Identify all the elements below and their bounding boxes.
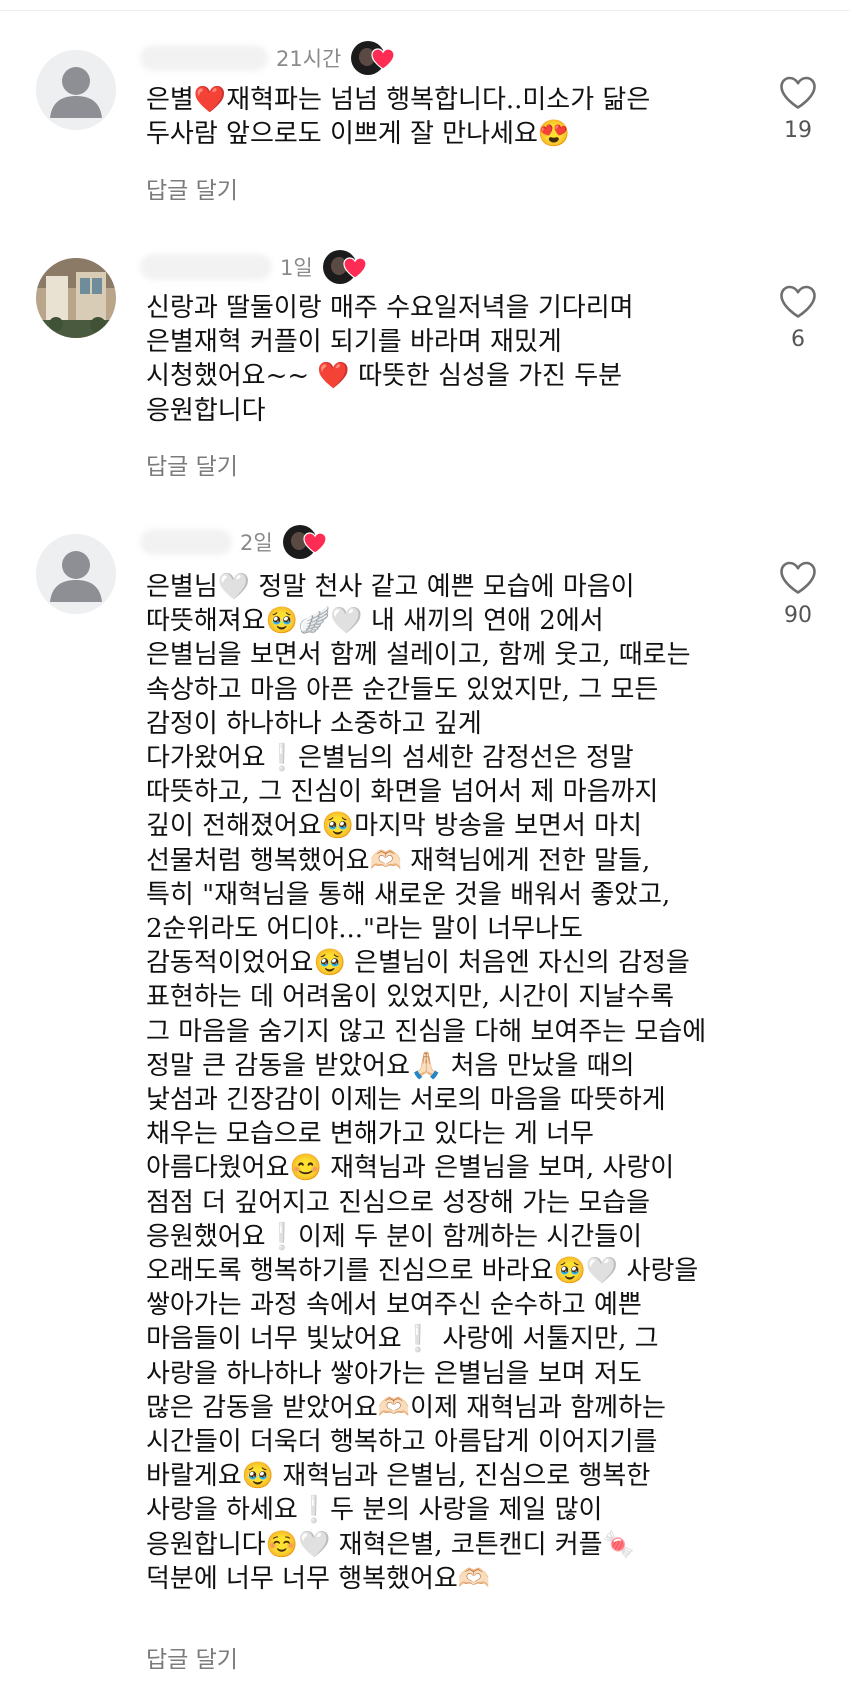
heart-outline-icon[interactable] [779, 76, 817, 110]
avatar[interactable] [36, 50, 116, 130]
username-blurred[interactable] [140, 254, 272, 280]
username-blurred[interactable] [140, 529, 232, 555]
creator-heart-icon [343, 257, 367, 279]
heart-outline-icon[interactable] [779, 285, 817, 319]
like-count: 19 [784, 118, 812, 143]
comment-meta: 2일 [140, 522, 327, 562]
username-blurred[interactable] [140, 45, 268, 71]
creator-liked-badge [322, 250, 367, 284]
avatar[interactable] [36, 534, 116, 614]
reply-button[interactable]: 답글 달기 [146, 1640, 238, 1674]
avatar[interactable] [36, 258, 116, 338]
like-count: 6 [791, 327, 805, 352]
default-avatar-icon [36, 534, 116, 614]
like-button[interactable]: 6 [770, 285, 826, 352]
comment-meta: 1일 [140, 247, 367, 287]
creator-liked-badge [282, 525, 327, 559]
like-count: 90 [784, 603, 812, 628]
comment-text: 은별❤️재혁파는 넘넘 행복합니다..미소가 닮은 두사람 앞으로도 이쁘게 잘… [146, 85, 651, 150]
reply-button[interactable]: 답글 달기 [146, 447, 238, 481]
like-button[interactable]: 19 [770, 76, 826, 143]
comment-time: 2일 [240, 531, 273, 555]
creator-liked-badge [351, 41, 395, 75]
comment-time: 21시간 [276, 47, 342, 71]
creator-heart-icon [303, 532, 327, 554]
default-avatar-icon [36, 50, 116, 130]
like-button[interactable]: 90 [770, 561, 826, 628]
heart-outline-icon[interactable] [779, 561, 817, 595]
comment-text: 은별님🤍 정말 천사 같고 예쁜 모습에 마음이 따뜻해져요🥹🪽🤍 내 새끼의 … [146, 572, 707, 1594]
comment-text: 신랑과 딸둘이랑 매주 수요일저녁을 기다리며 은별재혁 커플이 되기를 바라며… [146, 293, 634, 426]
reply-button[interactable]: 답글 달기 [146, 171, 238, 205]
comment-time: 1일 [280, 256, 313, 280]
photo-avatar-icon [36, 258, 116, 338]
top-divider [0, 10, 850, 11]
creator-heart-icon [371, 48, 395, 70]
comment-meta: 21시간 [140, 38, 395, 78]
